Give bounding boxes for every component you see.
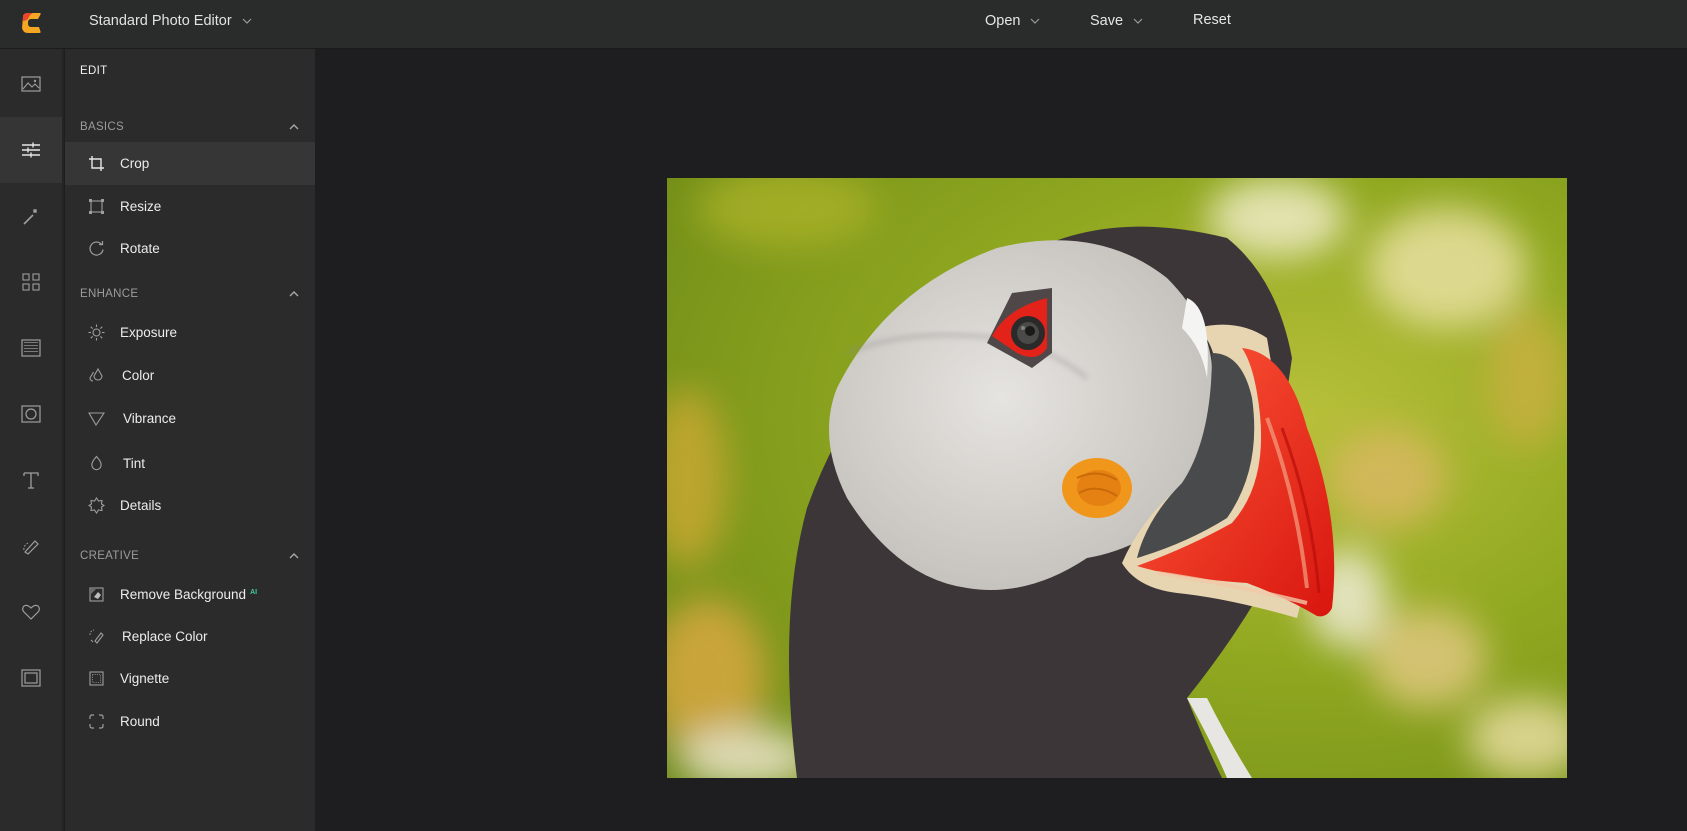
tool-vignette[interactable]: Vignette <box>65 657 315 700</box>
tool-label: Remove Background AI <box>120 587 257 602</box>
details-icon <box>87 497 105 515</box>
panel-title: EDIT <box>80 65 108 77</box>
tool-label: Replace Color <box>122 629 208 644</box>
tool-label: Vibrance <box>123 411 177 426</box>
tool-remove-background[interactable]: Remove Background AI <box>65 573 315 616</box>
chevron-up-icon <box>289 291 299 297</box>
tool-label: Details <box>120 498 162 513</box>
drop-icon <box>87 455 105 473</box>
image-icon <box>21 76 41 92</box>
sliders-icon <box>22 142 40 158</box>
tool-label: Exposure <box>120 325 178 340</box>
brush-icon <box>23 540 39 555</box>
section-label: ENHANCE <box>80 288 139 300</box>
rail-item-effects[interactable] <box>0 183 62 249</box>
grid-icon <box>22 273 40 291</box>
remove-background-icon <box>87 586 105 604</box>
app-title-dropdown[interactable]: Standard Photo Editor <box>89 13 252 29</box>
open-menu-button[interactable]: Open <box>985 13 1040 29</box>
edit-panel: EDIT BASICS Crop Resize Rotate ENHANCE E… <box>65 49 315 831</box>
photo-preview[interactable] <box>667 178 1567 778</box>
tool-round[interactable]: Round <box>65 700 315 743</box>
rail-item-frame[interactable] <box>0 381 62 447</box>
tool-resize[interactable]: Resize <box>65 185 315 228</box>
rail-item-image[interactable] <box>0 51 62 117</box>
open-label: Open <box>985 13 1021 29</box>
reset-label: Reset <box>1193 12 1231 28</box>
chevron-down-icon <box>1133 18 1143 24</box>
rail-item-border[interactable] <box>0 645 62 711</box>
top-bar: Standard Photo Editor Open Save Reset <box>0 0 1687 49</box>
tool-vibrance[interactable]: Vibrance <box>65 397 315 440</box>
tool-label: Tint <box>123 456 146 471</box>
rail-item-texture[interactable] <box>0 315 62 381</box>
save-label: Save <box>1090 13 1124 29</box>
texture-icon <box>21 339 41 357</box>
tool-details[interactable]: Details <box>65 484 315 527</box>
triangle-icon <box>87 410 105 428</box>
tool-label: Color <box>122 368 155 383</box>
chevron-up-icon <box>289 553 299 559</box>
drops-icon <box>87 367 105 385</box>
rail-item-draw[interactable] <box>0 513 62 579</box>
section-label: BASICS <box>80 121 124 133</box>
app-title: Standard Photo Editor <box>89 13 232 29</box>
rotate-icon <box>87 240 105 258</box>
chevron-down-icon <box>1031 18 1040 24</box>
app-logo-icon[interactable] <box>19 11 43 35</box>
resize-icon <box>87 198 105 216</box>
chevron-up-icon <box>289 124 299 130</box>
tool-label: Rotate <box>120 241 160 256</box>
rail-item-adjust[interactable] <box>0 117 62 183</box>
save-menu-button[interactable]: Save <box>1090 13 1143 29</box>
tool-tint[interactable]: Tint <box>65 442 315 485</box>
tool-color[interactable]: Color <box>65 354 315 397</box>
tool-label: Round <box>120 714 160 729</box>
rail-item-layout[interactable] <box>0 249 62 315</box>
ai-badge: AI <box>250 588 258 596</box>
rail-item-favorites[interactable] <box>0 579 62 645</box>
crop-icon <box>87 155 105 173</box>
tool-label: Crop <box>120 156 150 171</box>
text-icon <box>23 472 39 489</box>
chevron-down-icon <box>242 18 252 24</box>
round-icon <box>87 713 105 731</box>
rail-item-text[interactable] <box>0 447 62 513</box>
section-header-creative[interactable]: CREATIVE <box>65 541 315 571</box>
border-icon <box>21 669 41 687</box>
sun-icon <box>87 324 105 342</box>
heart-icon <box>22 604 40 620</box>
tool-label-text: Remove Background <box>120 587 247 602</box>
reset-button[interactable]: Reset <box>1193 12 1231 28</box>
puffin-photo <box>667 178 1567 778</box>
tool-rotate[interactable]: Rotate <box>65 227 315 270</box>
tool-crop[interactable]: Crop <box>65 142 315 185</box>
tool-exposure[interactable]: Exposure <box>65 311 315 354</box>
section-header-enhance[interactable]: ENHANCE <box>65 279 315 309</box>
tool-replace-color[interactable]: Replace Color <box>65 615 315 658</box>
frame-circle-icon <box>21 405 41 423</box>
tool-label: Vignette <box>120 671 170 686</box>
magic-wand-icon <box>23 209 37 225</box>
vignette-icon <box>87 670 105 688</box>
tool-category-rail <box>0 49 64 831</box>
section-label: CREATIVE <box>80 550 140 562</box>
tool-label: Resize <box>120 199 162 214</box>
replace-color-icon <box>87 628 105 646</box>
section-header-basics[interactable]: BASICS <box>65 112 315 142</box>
